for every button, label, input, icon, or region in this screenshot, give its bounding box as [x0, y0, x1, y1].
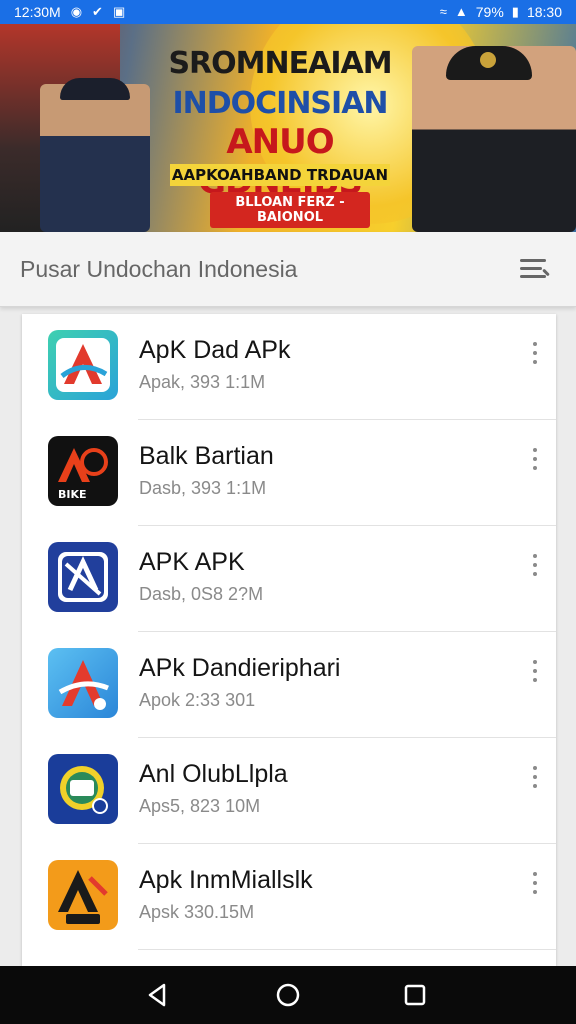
sim-icon: ▣ [112, 4, 126, 19]
app-meta: Apok 2:33 301 [139, 690, 256, 710]
list-item[interactable]: APK APK Dasb, 0S8 2?M [22, 526, 556, 632]
list-item[interactable]: BIKE Balk Bartian Dasb, 393 1:1M [22, 420, 556, 526]
banner-officer-left [40, 78, 150, 232]
recents-icon[interactable] [400, 980, 430, 1010]
status-bar: 12:30M ◉ ✔ ▣ ≈ ▲ 79% ▮ 18:30 [0, 0, 576, 24]
home-icon[interactable] [273, 980, 303, 1010]
more-vert-icon[interactable] [530, 448, 540, 474]
app-name: Apk InmMiallslk [139, 866, 313, 894]
menu-icon[interactable] [520, 254, 550, 284]
battery-percent: 79% [475, 4, 504, 20]
app-meta: Dasb, 393 1:1M [139, 478, 267, 498]
app-meta: Aps5, 823 10M [139, 796, 261, 816]
more-vert-icon[interactable] [530, 342, 540, 368]
banner-subtitle: AAPKOAHBAND TRDAUAN [170, 164, 390, 186]
app-icon-chat [48, 754, 118, 824]
banner-headline-3: ANUO GDNEIBS [198, 122, 363, 202]
more-vert-icon[interactable] [530, 872, 540, 898]
list-item[interactable] [22, 950, 556, 966]
status-time-right: 18:30 [526, 4, 562, 20]
app-bar: Pusar Undochan Indonesia [0, 232, 576, 307]
promo-banner[interactable]: SROMNEAIAM INDOCINSIAN ANUO GDNEIBS AAPK… [0, 24, 576, 232]
app-icon-a-teal [48, 330, 118, 400]
banner-headline-2: INDOCINSIAN [172, 86, 388, 121]
notification-icon: ◉ [70, 4, 83, 19]
back-icon[interactable] [142, 980, 172, 1010]
message-icon: ✔ [92, 4, 103, 19]
svg-text:BIKE: BIKE [58, 488, 87, 501]
app-meta: Apsk 330.15M [139, 902, 255, 922]
more-vert-icon[interactable] [530, 660, 540, 686]
app-icon-a-orange [48, 860, 118, 930]
app-list: ApK Dad APk Apak, 393 1:1M BIKE Balk Bar… [22, 314, 556, 966]
banner-cta[interactable]: BLLOAN FERZ -BAIONOL [210, 192, 370, 228]
app-name: APk Dandieriphari [139, 654, 341, 682]
app-name: APK APK [139, 548, 245, 576]
banner-officer-right [412, 46, 576, 232]
banner-headline-1: SROMNEAIAM [168, 46, 392, 81]
app-icon-a-sky [48, 648, 118, 718]
app-meta: Dasb, 0S8 2?M [139, 584, 264, 604]
list-item[interactable]: Anl OlubLlpla Aps5, 823 10M [22, 738, 556, 844]
app-icon-a-black: BIKE [48, 436, 118, 506]
app-name: Balk Bartian [139, 442, 274, 470]
app-icon-a-blue [48, 542, 118, 612]
list-item[interactable]: APk Dandieriphari Apok 2:33 301 [22, 632, 556, 738]
signal-icon: ▲ [454, 4, 468, 19]
system-nav-bar [0, 966, 576, 1024]
page-title: Pusar Undochan Indonesia [20, 256, 298, 282]
list-item[interactable]: Apk InmMiallslk Apsk 330.15M [22, 844, 556, 950]
app-meta: Apak, 393 1:1M [139, 372, 266, 392]
wifi-icon: ≈ [439, 4, 447, 19]
list-item[interactable]: ApK Dad APk Apak, 393 1:1M [22, 314, 556, 420]
battery-icon: ▮ [511, 4, 519, 19]
more-vert-icon[interactable] [530, 554, 540, 580]
more-vert-icon[interactable] [530, 766, 540, 792]
status-time-left: 12:30M [14, 4, 61, 20]
app-name: ApK Dad APk [139, 336, 291, 364]
app-name: Anl OlubLlpla [139, 760, 288, 788]
